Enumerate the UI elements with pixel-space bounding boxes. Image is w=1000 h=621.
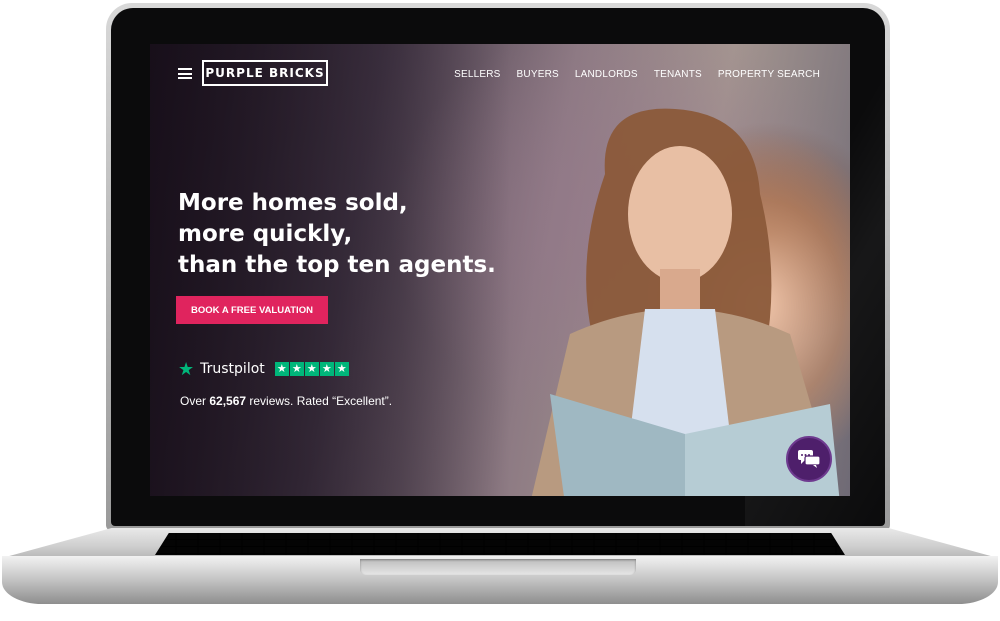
trustpilot-widget[interactable]: ★ Trustpilot ★ ★ ★ ★ ★ xyxy=(178,360,349,378)
reviews-summary: Over 62,567 reviews. Rated “Excellent”. xyxy=(180,394,392,408)
rating-star-icon: ★ xyxy=(319,362,334,376)
rating-star-icon: ★ xyxy=(334,362,349,376)
trustpilot-rating-stars: ★ ★ ★ ★ ★ xyxy=(274,362,349,376)
main-nav: SELLERS BUYERS LANDLORDS TENANTS PROPERT… xyxy=(454,69,820,80)
rating-star-icon: ★ xyxy=(289,362,304,376)
chat-bubbles-icon[interactable] xyxy=(786,436,832,482)
hero-headline: More homes sold, more quickly, than the … xyxy=(178,188,538,281)
trustpilot-star-icon: ★ xyxy=(178,359,195,379)
laptop-trackpad-notch xyxy=(360,559,636,575)
reviews-prefix: Over xyxy=(180,394,210,408)
website-screen: PURPLE BRICKS SELLERS BUYERS LANDLORDS T… xyxy=(150,44,850,496)
chat-glyph xyxy=(798,450,821,468)
nav-tenants[interactable]: TENANTS xyxy=(654,69,702,80)
reviews-count: 62,567 xyxy=(209,394,247,408)
rating-star-icon: ★ xyxy=(304,362,319,376)
book-valuation-button[interactable]: BOOK A FREE VALUATION xyxy=(176,296,328,324)
purplebricks-logo[interactable]: PURPLE BRICKS xyxy=(202,60,328,86)
reviews-suffix: reviews. Rated “Excellent”. xyxy=(246,394,393,408)
nav-property-search[interactable]: PROPERTY SEARCH xyxy=(718,69,820,80)
headline-line-1: More homes sold, xyxy=(178,190,408,216)
trustpilot-brand: Trustpilot xyxy=(200,361,265,377)
laptop-keyboard xyxy=(155,533,845,555)
hero-photo-woman-reading xyxy=(531,108,840,496)
hamburger-menu-icon[interactable] xyxy=(178,68,192,79)
headline-line-2: more quickly, xyxy=(178,221,353,247)
nav-sellers[interactable]: SELLERS xyxy=(454,69,500,80)
headline-line-3: than the top ten agents. xyxy=(178,252,496,278)
rating-star-icon: ★ xyxy=(274,362,289,376)
nav-landlords[interactable]: LANDLORDS xyxy=(575,69,638,80)
nav-buyers[interactable]: BUYERS xyxy=(517,69,559,80)
